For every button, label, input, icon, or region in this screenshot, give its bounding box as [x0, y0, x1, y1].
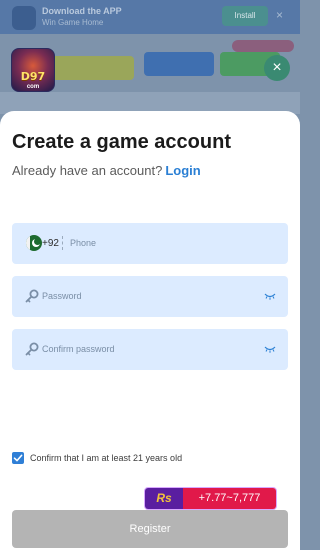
modal-subtitle: Already have an account? Login — [12, 163, 201, 178]
confirm-password-field[interactable]: Confirm password — [12, 329, 288, 370]
key-icon — [25, 342, 39, 356]
background-login-button — [144, 52, 214, 76]
password-field[interactable]: Password — [12, 276, 288, 317]
close-button[interactable]: × — [264, 55, 290, 81]
register-modal: Create a game account Already have an ac… — [0, 111, 300, 550]
background-header: Download the APP Win Game Home Install × — [0, 0, 300, 34]
age-confirm-label: Confirm that I am at least 21 years old — [30, 453, 183, 463]
field-divider — [62, 236, 63, 250]
login-link[interactable]: Login — [165, 163, 200, 178]
eye-closed-icon[interactable] — [264, 344, 276, 354]
subtitle-text: Already have an account? — [12, 163, 163, 178]
background-close-icon: × — [276, 8, 284, 22]
background-install-button: Install — [222, 6, 268, 26]
logo-text: D97 — [20, 70, 46, 83]
password-placeholder: Password — [42, 291, 82, 301]
modal-title: Create a game account — [12, 131, 231, 153]
flag-pakistan-icon — [26, 235, 42, 251]
register-button[interactable]: Register — [12, 510, 288, 548]
phone-field[interactable]: +92 Phone — [12, 223, 288, 264]
background-banner — [44, 56, 134, 80]
phone-placeholder: Phone — [70, 238, 97, 248]
promo-badge[interactable]: Rs +7.77~7,777 — [144, 487, 277, 510]
app-logo: D97 com — [11, 48, 55, 92]
confirm-password-placeholder: Confirm password — [42, 344, 115, 354]
logo-subtext: com — [26, 84, 40, 90]
close-icon: × — [272, 59, 282, 76]
key-icon — [25, 289, 39, 303]
age-confirm-checkbox[interactable] — [12, 452, 24, 464]
background-subtitle: Win Game Home — [42, 18, 104, 27]
background-title: Download the APP — [42, 6, 122, 16]
eye-closed-icon[interactable] — [264, 291, 276, 301]
country-code[interactable]: +92 — [42, 223, 59, 264]
promo-currency: Rs — [145, 488, 183, 509]
background-app-icon — [12, 6, 36, 30]
checkmark-icon — [13, 454, 23, 462]
promo-value: +7.77~7,777 — [183, 488, 276, 509]
background-tag — [232, 40, 294, 52]
